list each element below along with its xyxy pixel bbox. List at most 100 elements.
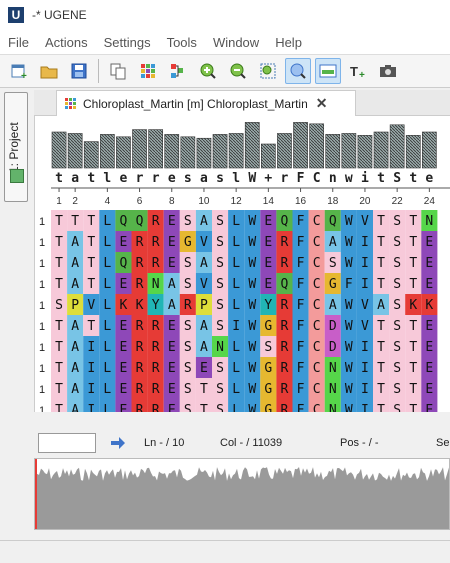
residue-letter: L xyxy=(232,298,240,313)
residue-letter: A xyxy=(329,235,337,250)
residue-letter: I xyxy=(361,277,369,292)
tasks-icon[interactable] xyxy=(10,169,24,183)
consensus-bar xyxy=(261,143,276,169)
go-arrow-icon[interactable] xyxy=(110,436,126,450)
alignment-icon xyxy=(65,97,76,109)
residue-letter: T xyxy=(377,256,385,271)
open-folder-icon[interactable] xyxy=(36,58,62,84)
menu-help[interactable]: Help xyxy=(267,35,310,50)
camera-icon[interactable] xyxy=(375,58,401,84)
grid-icon[interactable] xyxy=(135,58,161,84)
residue-letter: N xyxy=(216,340,224,355)
consensus-bar xyxy=(132,129,147,169)
zoom-out-icon[interactable] xyxy=(225,58,251,84)
consensus-bar xyxy=(51,131,67,169)
residue-letter: T xyxy=(55,319,63,334)
residue-letter: I xyxy=(87,361,95,376)
row-indicator: 1 xyxy=(39,300,45,312)
residue-letter: W xyxy=(345,256,353,271)
residue-letter: V xyxy=(361,319,369,334)
copy-icon[interactable] xyxy=(105,58,131,84)
residue-letter: L xyxy=(103,298,111,313)
residue-letter: F xyxy=(297,361,305,376)
residue-letter: W xyxy=(345,403,353,412)
save-icon[interactable] xyxy=(66,58,92,84)
residue-letter: S xyxy=(264,340,272,355)
residue-letter: S xyxy=(216,361,224,376)
add-text-icon[interactable]: T + xyxy=(345,58,371,84)
residue-letter: R xyxy=(281,235,289,250)
menu-tools[interactable]: Tools xyxy=(159,35,205,50)
residue-letter: F xyxy=(297,298,305,313)
zoom-reset-icon[interactable] xyxy=(285,58,311,84)
project-tab[interactable]: 1: Project xyxy=(4,92,28,202)
residue-letter: K xyxy=(120,298,128,313)
menu-bar: File Actions Settings Tools Window Help xyxy=(0,30,450,54)
row-indicator: 1 xyxy=(39,216,45,228)
consensus-bar xyxy=(421,131,437,169)
overview-graph[interactable] xyxy=(35,459,450,530)
zoom-in-icon[interactable] xyxy=(195,58,221,84)
main-toolbar: + T + xyxy=(0,54,450,88)
menu-file[interactable]: File xyxy=(0,35,37,50)
consensus-bar xyxy=(389,124,405,169)
consensus-letter: s xyxy=(184,171,192,186)
menu-settings[interactable]: Settings xyxy=(96,35,159,50)
residue-letter: W xyxy=(345,382,353,397)
residue-letter: W xyxy=(248,235,256,250)
ruler-number: 18 xyxy=(327,196,339,207)
residue-letter: T xyxy=(377,277,385,292)
residue-letter: A xyxy=(200,340,208,355)
alignment-editor[interactable]: t a t l e r r e s a s l W + r F Cn w i t St e 1 2 4 6 8 10 12 14 16 18 2… xyxy=(34,116,450,412)
residue-letter: L xyxy=(103,403,111,412)
bottom-bar xyxy=(0,540,450,563)
residue-letter: T xyxy=(87,319,95,334)
selection-status: Se xyxy=(436,437,450,449)
residue-letter: S xyxy=(393,361,401,376)
goto-position-input[interactable] xyxy=(38,433,96,453)
residue-letter: G xyxy=(264,382,272,397)
document-tab[interactable]: Chloroplast_Martin [m] Chloroplast_Marti… xyxy=(56,90,356,116)
residue-letter: T xyxy=(409,235,417,250)
residue-letter: T xyxy=(55,235,63,250)
residue-letter: T xyxy=(200,403,208,412)
consensus-letter: l xyxy=(103,171,111,186)
menu-actions[interactable]: Actions xyxy=(37,35,96,50)
ruler-number: 2 xyxy=(72,196,78,207)
residue-letter: T xyxy=(409,277,417,292)
document-tab-bar: Chloroplast_Martin [m] Chloroplast_Marti… xyxy=(34,90,450,116)
residue-letter: L xyxy=(232,235,240,250)
residue-letter: C xyxy=(313,256,321,271)
menu-window[interactable]: Window xyxy=(205,35,267,50)
residue-letter: Q xyxy=(329,214,337,229)
line-status: Ln - / 10 xyxy=(144,437,185,449)
residue-letter: E xyxy=(264,235,272,250)
overview-position-marker[interactable] xyxy=(35,459,37,530)
residue-letter: E xyxy=(168,382,176,397)
residue-letter: A xyxy=(200,319,208,334)
residue-letter: S xyxy=(184,319,192,334)
tree-icon[interactable] xyxy=(165,58,191,84)
residue-letter: R xyxy=(136,340,144,355)
new-project-icon[interactable]: + xyxy=(6,58,32,84)
residue-letter: W xyxy=(345,361,353,376)
zoom-fit-icon[interactable] xyxy=(255,58,281,84)
residue-letter: W xyxy=(248,214,256,229)
residue-letter: T xyxy=(377,382,385,397)
alignment-canvas[interactable]: t a t l e r r e s a s l W + r F Cn w i t St e1 2 4 6 8 10 12 14 16 18 2… xyxy=(35,116,450,412)
close-icon[interactable]: ✕ xyxy=(316,95,328,112)
consensus-letter: F xyxy=(297,171,305,186)
svg-text:+: + xyxy=(21,71,27,80)
consensus-bar xyxy=(116,136,131,169)
overview-icon[interactable] xyxy=(315,58,341,84)
residue-letter: S xyxy=(393,256,401,271)
residue-letter: T xyxy=(409,403,417,412)
residue-letter: E xyxy=(264,256,272,271)
residue-letter: T xyxy=(409,382,417,397)
residue-letter: S xyxy=(393,214,401,229)
consensus-bar xyxy=(309,123,325,169)
app-logo: U xyxy=(8,7,24,23)
residue-letter: A xyxy=(168,277,176,292)
alignment-overview[interactable] xyxy=(34,458,450,530)
consensus-letter: r xyxy=(281,171,289,186)
